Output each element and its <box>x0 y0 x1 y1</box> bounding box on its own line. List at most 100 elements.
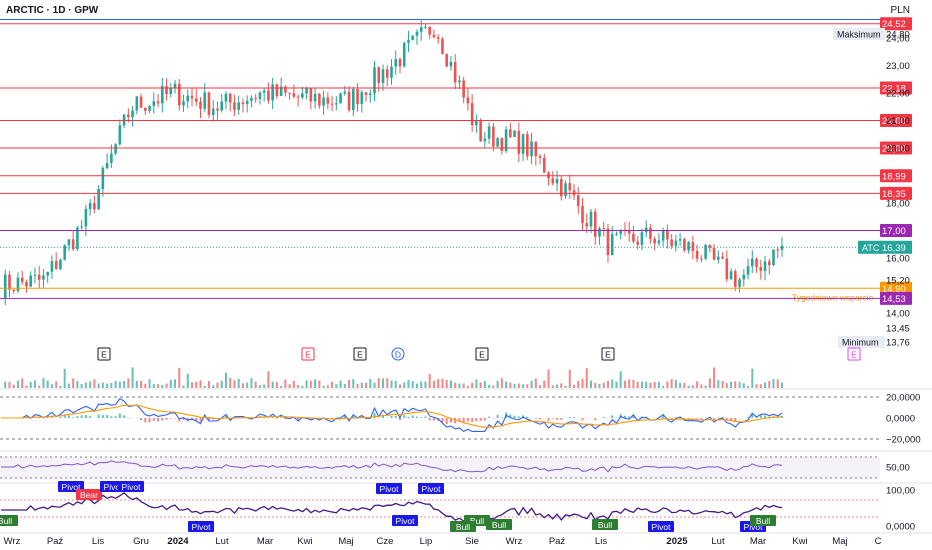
candle-body <box>105 163 109 169</box>
candle-body <box>114 144 117 154</box>
time-tick: Lut <box>711 536 725 547</box>
max-label: Maksimum <box>837 30 881 40</box>
macd-hist-bar <box>556 418 559 420</box>
candle-body <box>262 90 266 93</box>
volume-bar <box>263 384 266 388</box>
volume-bar <box>195 381 198 388</box>
event-marker: E <box>357 350 363 360</box>
candle-body <box>390 66 393 78</box>
volume-bar <box>742 383 745 388</box>
candle-body <box>373 67 376 94</box>
candle-body <box>767 261 771 266</box>
min-label: Minimum <box>842 338 879 348</box>
volume-bar <box>318 380 321 388</box>
volume-bar <box>110 383 113 388</box>
volume-bar <box>496 380 499 388</box>
volume-bar <box>683 383 686 388</box>
candle-body <box>335 103 338 105</box>
candle-body <box>750 258 754 267</box>
volume-bar <box>488 385 491 388</box>
volume-bar <box>649 382 652 388</box>
candle-body <box>20 277 24 283</box>
price-tick: 20,00 <box>886 144 910 155</box>
candle-body <box>772 249 775 266</box>
candle-body <box>67 239 71 246</box>
time-tick: Sie <box>465 536 479 547</box>
volume-bar <box>297 384 300 388</box>
volume-bar <box>356 383 359 388</box>
candle-body <box>216 108 219 111</box>
candle-body <box>432 34 436 38</box>
macd-hist-bar <box>118 413 121 418</box>
candle-body <box>593 211 597 237</box>
candle-body <box>411 35 415 40</box>
macd-hist-bar <box>547 418 550 422</box>
candle-body <box>585 222 589 227</box>
candles <box>3 18 784 306</box>
candle-body <box>169 88 173 95</box>
volume-bar <box>696 381 699 388</box>
macd-hist-bar <box>140 418 143 421</box>
candle-body <box>496 138 499 147</box>
volume-bar <box>127 378 130 388</box>
volume-bar <box>246 382 249 388</box>
candle-body <box>330 103 334 105</box>
volume-bar <box>326 385 329 388</box>
volume-bar <box>93 379 96 388</box>
macd-hist-bar <box>157 418 160 422</box>
candle-body <box>258 92 262 99</box>
time-tick: Paź <box>549 536 566 547</box>
volume-bar <box>657 381 660 388</box>
volume-bar <box>123 381 126 388</box>
level-label: 17,00 <box>882 226 906 237</box>
candle-body <box>156 101 160 104</box>
volume-bar <box>382 378 385 388</box>
chart-canvas[interactable]: 24,5222,1821,0020,0018,9918,3517,0014,90… <box>0 0 932 550</box>
macd-hist-bar <box>420 417 423 418</box>
rsi-tick: 50,00 <box>886 463 910 474</box>
macd-hist-bar <box>560 418 563 420</box>
volume-bar <box>237 378 240 388</box>
candle-body <box>734 271 737 287</box>
volume-bar <box>764 382 767 388</box>
volume-bar <box>755 384 758 388</box>
macd-hist-bar <box>123 415 126 418</box>
macd-hist-bar <box>280 417 283 418</box>
volume-bar <box>80 384 83 388</box>
volume-bar <box>38 385 41 388</box>
osc-tick: 100,00 <box>886 486 915 497</box>
volume-bar <box>161 384 164 388</box>
volume-bar <box>8 381 11 388</box>
volume-bar <box>55 381 58 388</box>
volume-bar <box>314 379 317 388</box>
macd-hist-bar <box>84 414 87 418</box>
macd-hist-bar <box>46 417 49 418</box>
price-tick: 18,00 <box>886 199 910 210</box>
candle-body <box>165 86 168 95</box>
macd-hist-bar <box>500 417 503 418</box>
volume-bar <box>59 385 62 388</box>
volume-bar <box>29 381 32 388</box>
volume-bar <box>67 383 70 388</box>
candle-body <box>564 183 567 197</box>
osc-label: Pivot <box>192 522 212 532</box>
volume-bar <box>191 382 194 388</box>
volume-bar <box>148 379 151 388</box>
volume-bar <box>670 379 673 388</box>
volume-bar <box>394 380 397 388</box>
volume-bar <box>776 379 779 388</box>
volume-bar <box>309 380 312 388</box>
volume-bar <box>42 378 45 388</box>
volume-bar <box>585 368 588 388</box>
time-tick: 2024 <box>167 536 189 547</box>
volume-bar <box>398 384 401 388</box>
volume-bar <box>97 383 100 388</box>
volume-bar <box>250 378 253 388</box>
volume-bar <box>343 384 346 388</box>
candle-body <box>139 96 143 108</box>
event-marker: D <box>395 350 401 360</box>
candle-body <box>59 259 62 270</box>
volume-bar <box>564 385 567 388</box>
volume-bar <box>708 378 711 388</box>
candle-body <box>534 141 538 157</box>
